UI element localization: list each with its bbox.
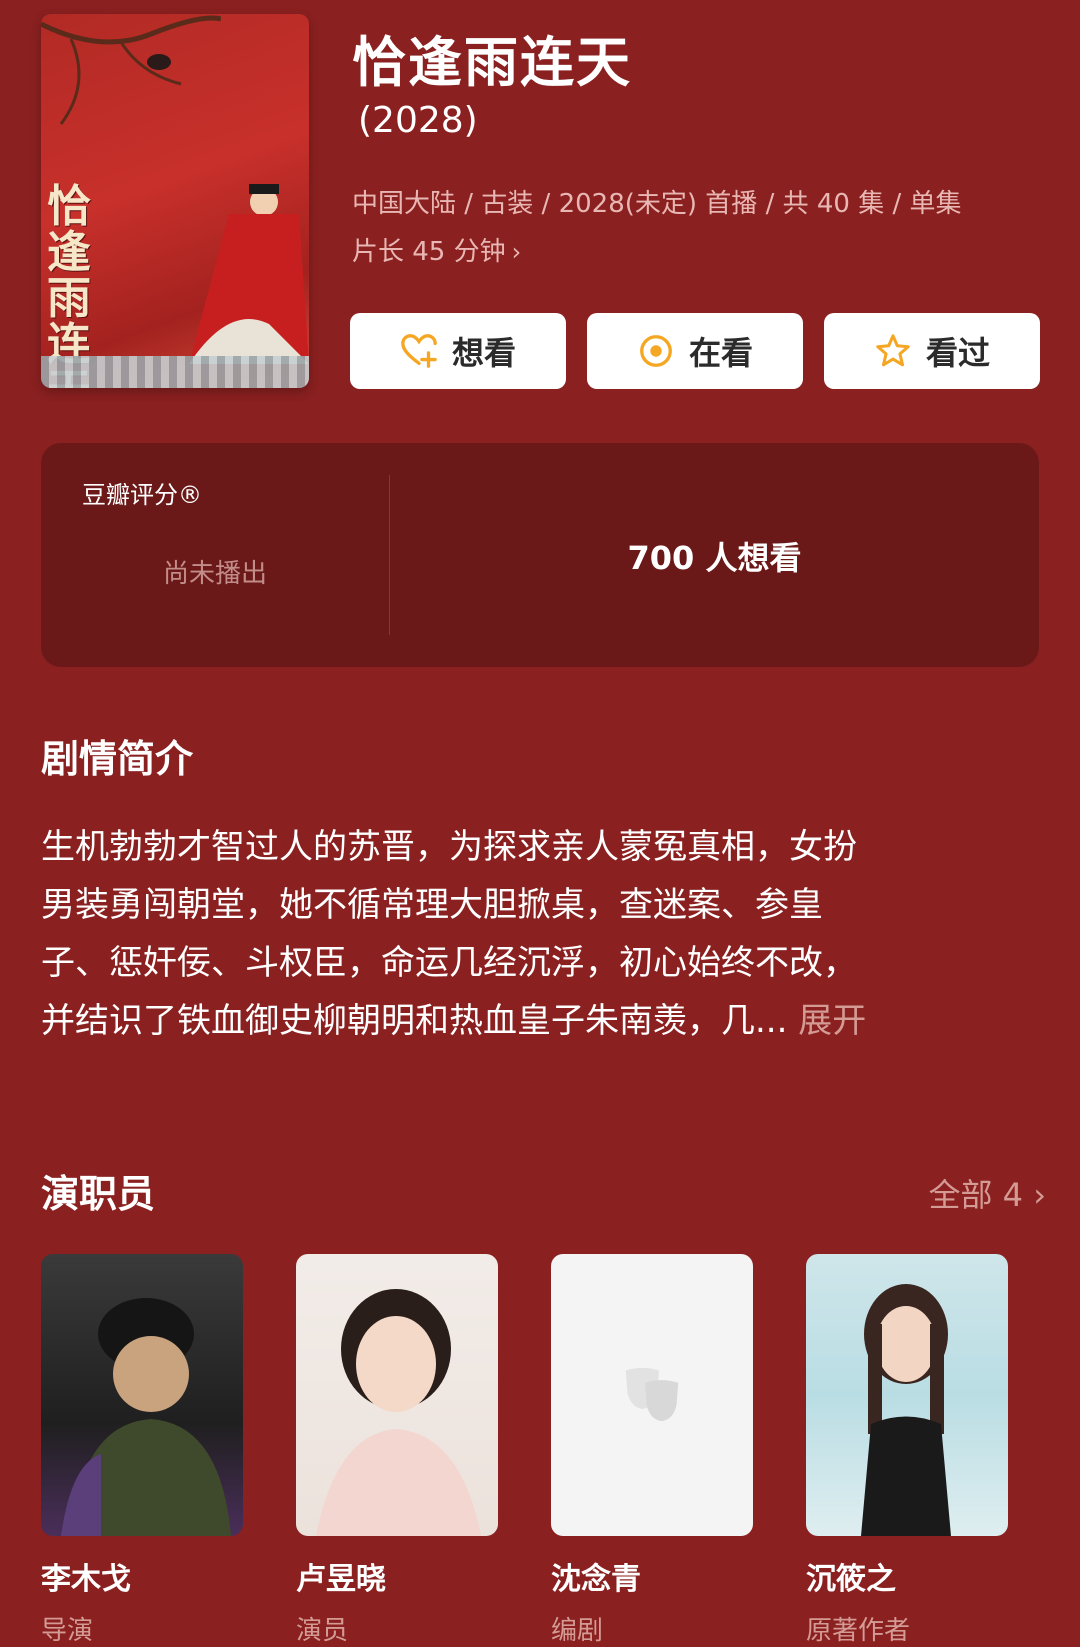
want-to-watch-label: 想看	[451, 334, 516, 372]
cast-photo	[296, 1254, 498, 1536]
cast-name: 卢昱晓	[296, 1562, 386, 1597]
theater-masks-icon	[625, 1367, 679, 1422]
cast-card[interactable]: 沈念青 编剧	[551, 1254, 753, 1647]
cast-photo-placeholder	[551, 1254, 753, 1536]
chevron-right-icon: ›	[1033, 1176, 1046, 1214]
drama-meta-info[interactable]: 中国大陆 / 古装 / 2028(未定) 首播 / 共 40 集 / 单集 片长…	[352, 180, 1042, 276]
cast-name: 沉筱之	[806, 1562, 896, 1597]
rating-card[interactable]: 豆瓣评分® 尚未播出 700 人想看	[41, 443, 1039, 667]
meta-line-2: 片长 45 分钟 ›	[352, 228, 1042, 276]
cast-role: 编剧	[551, 1616, 604, 1646]
rating-status: 尚未播出	[162, 559, 267, 589]
poster-wall-decoration	[41, 356, 309, 388]
synopsis-line: 男装勇闯朝堂，她不循常理大胆掀桌，查迷案、参皇	[41, 885, 823, 925]
want-to-watch-button[interactable]: 想看	[350, 313, 566, 389]
cast-name: 沈念青	[551, 1562, 641, 1597]
cast-all-label: 全部 4	[928, 1176, 1024, 1214]
meta-line-1: 中国大陆 / 古装 / 2028(未定) 首播 / 共 40 集 / 单集	[352, 189, 962, 219]
watching-button[interactable]: 在看	[587, 313, 803, 389]
person-silhouette-icon	[61, 1298, 231, 1536]
watching-label: 在看	[688, 334, 753, 372]
cast-name: 李木戈	[41, 1562, 131, 1597]
branch-illustration	[41, 15, 221, 125]
synopsis-line: 子、惩奸佞、斗权臣，命运几经沉浮，初心始终不改，	[41, 943, 857, 983]
expand-link[interactable]: 展开	[798, 1001, 866, 1041]
cast-all-link[interactable]: 全部 4 ›	[928, 1170, 1046, 1216]
cast-card[interactable]: 李木戈 导演	[41, 1254, 243, 1647]
cast-role: 导演	[41, 1616, 94, 1646]
cast-card[interactable]: 卢昱晓 演员	[296, 1254, 498, 1647]
synopsis-line-text: 并结识了铁血御史柳朝明和热血皇子朱南羡，几...	[41, 1001, 788, 1041]
drama-title: 恰逢雨连天	[352, 31, 632, 94]
cast-photo	[806, 1254, 1008, 1536]
synopsis-line: 并结识了铁血御史柳朝明和热血皇子朱南羡，几... 展开	[41, 992, 1021, 1050]
star-icon	[876, 334, 910, 367]
watched-button[interactable]: 看过	[824, 313, 1040, 389]
synopsis-heading: 剧情简介	[41, 737, 194, 781]
costumed-figure-illustration	[189, 184, 309, 364]
cast-role: 演员	[296, 1616, 349, 1646]
person-silhouette-icon	[316, 1289, 481, 1536]
target-circle-icon	[640, 335, 672, 367]
douban-rating-label: 豆瓣评分®	[82, 481, 202, 509]
meta-duration: 片长 45 分钟	[352, 237, 506, 267]
synopsis-line: 生机勃勃才智过人的苏晋，为探求亲人蒙冤真相，女扮	[41, 827, 857, 867]
person-silhouette-icon	[861, 1284, 951, 1536]
heart-plus-icon	[401, 334, 437, 368]
chevron-right-icon: ›	[511, 238, 522, 266]
poster-image[interactable]: 恰逢雨连天	[41, 14, 309, 388]
synopsis-text[interactable]: 生机勃勃才智过人的苏晋，为探求亲人蒙冤真相，女扮 男装勇闯朝堂，她不循常理大胆掀…	[41, 818, 1021, 1050]
release-year: (2028)	[358, 100, 478, 141]
cast-card[interactable]: 沉筱之 原著作者	[806, 1254, 1008, 1647]
cast-heading: 演职员	[41, 1172, 156, 1216]
wish-count: 700 人想看	[627, 539, 802, 577]
watched-label: 看过	[925, 334, 990, 372]
cast-role: 原著作者	[806, 1616, 911, 1646]
cast-photo	[41, 1254, 243, 1536]
